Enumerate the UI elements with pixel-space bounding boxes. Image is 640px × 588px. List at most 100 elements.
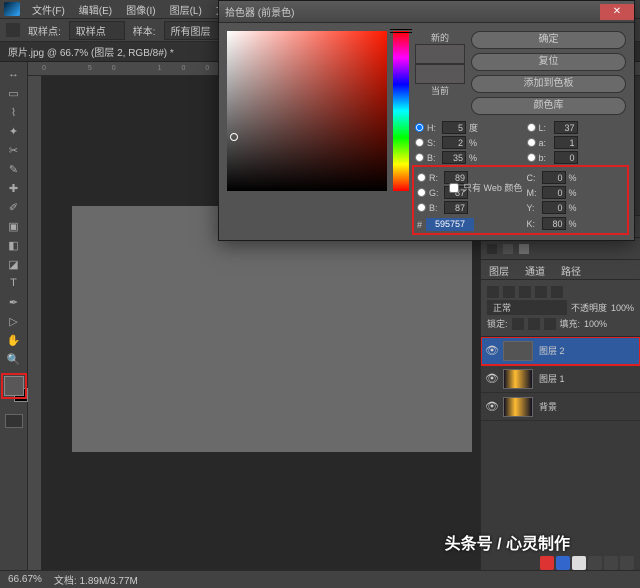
bch-field[interactable]: 87 — [444, 201, 468, 214]
hue-slider[interactable] — [393, 31, 409, 191]
tool-brush[interactable]: ✐ — [3, 198, 25, 216]
tool-gradient[interactable]: ◪ — [3, 255, 25, 273]
l-field[interactable]: 37 — [554, 121, 578, 134]
tray-icon[interactable] — [604, 556, 618, 570]
tray-icon[interactable] — [540, 556, 554, 570]
current-color-label: 当前 — [415, 84, 465, 97]
tool-heal[interactable]: ✚ — [3, 179, 25, 197]
color-library-button[interactable]: 颜色库 — [471, 97, 626, 115]
blend-mode-select[interactable]: 正常 — [487, 300, 567, 315]
web-only-checkbox[interactable]: 只有 Web 颜色 — [449, 181, 522, 194]
y-field[interactable]: 0 — [542, 201, 566, 214]
m-field[interactable]: 0 — [542, 186, 566, 199]
filter-icon[interactable] — [551, 286, 563, 298]
bb-radio[interactable] — [527, 153, 536, 162]
current-color-swatch — [415, 64, 465, 84]
opacity-value[interactable]: 100% — [611, 303, 634, 313]
swatch-icon[interactable] — [487, 244, 497, 254]
swatch-icon[interactable] — [519, 244, 529, 254]
tray-icons — [540, 556, 634, 570]
layer-row[interactable]: 👁 图层 2 — [481, 337, 640, 365]
color-field[interactable] — [227, 31, 387, 191]
tab-channels[interactable]: 通道 — [517, 260, 553, 279]
lock-px-icon[interactable] — [512, 318, 524, 330]
layer-tabs: 图层 通道 路径 — [481, 260, 640, 280]
new-color-label: 新的 — [415, 31, 465, 44]
filter-icon[interactable] — [535, 286, 547, 298]
filter-icon[interactable] — [519, 286, 531, 298]
add-swatch-button[interactable]: 添加到色板 — [471, 75, 626, 93]
hue-pointer-icon — [390, 29, 412, 33]
tool-zoom[interactable]: 🔍 — [3, 350, 25, 368]
k-field[interactable]: 80 — [542, 217, 566, 230]
filter-icon[interactable] — [503, 286, 515, 298]
r-radio[interactable] — [417, 173, 426, 182]
quickmask-toggle[interactable] — [5, 414, 23, 428]
layer-thumb[interactable] — [503, 341, 533, 361]
visibility-icon[interactable]: 👁 — [485, 400, 497, 413]
tab-layers[interactable]: 图层 — [481, 260, 517, 279]
a-radio[interactable] — [527, 138, 536, 147]
layer-row[interactable]: 👁 背景 — [481, 393, 640, 421]
tray-icon[interactable] — [556, 556, 570, 570]
layer-thumb[interactable] — [503, 369, 533, 389]
lock-pos-icon[interactable] — [528, 318, 540, 330]
eyedropper-icon — [6, 23, 20, 37]
swatches-row — [481, 238, 640, 260]
tool-pen[interactable]: ✒ — [3, 293, 25, 311]
h-radio[interactable] — [415, 123, 424, 132]
ok-button[interactable]: 确定 — [471, 31, 626, 49]
tool-move[interactable]: ↔ — [3, 65, 25, 83]
tool-marquee[interactable]: ▭ — [3, 84, 25, 102]
tray-icon[interactable] — [588, 556, 602, 570]
a-field[interactable]: 1 — [554, 136, 578, 149]
dialog-titlebar[interactable]: 拾色器 (前景色) ✕ — [219, 1, 634, 23]
bb-field[interactable]: 0 — [554, 151, 578, 164]
layer-row[interactable]: 👁 图层 1 — [481, 365, 640, 393]
s-field[interactable]: 2 — [442, 136, 466, 149]
h-field[interactable]: 5 — [442, 121, 466, 134]
layer-name[interactable]: 背景 — [539, 400, 557, 413]
tool-stamp[interactable]: ▣ — [3, 217, 25, 235]
tool-eyedropper[interactable]: ✎ — [3, 160, 25, 178]
visibility-icon[interactable]: 👁 — [485, 372, 497, 385]
filter-icon[interactable] — [487, 286, 499, 298]
menu-layer[interactable]: 图层(L) — [164, 2, 208, 17]
fill-value[interactable]: 100% — [584, 319, 607, 329]
bv-field[interactable]: 35 — [442, 151, 466, 164]
tray-icon[interactable] — [620, 556, 634, 570]
layer-thumb[interactable] — [503, 397, 533, 417]
tool-crop[interactable]: ✂ — [3, 141, 25, 159]
tab-paths[interactable]: 路径 — [553, 260, 589, 279]
s-radio[interactable] — [415, 138, 424, 147]
canvas[interactable] — [72, 206, 472, 452]
foreground-color-swatch[interactable] — [4, 376, 24, 396]
tool-type[interactable]: T — [3, 274, 25, 292]
layer-name[interactable]: 图层 2 — [539, 344, 565, 357]
hex-field[interactable]: 595757 — [426, 218, 474, 231]
visibility-icon[interactable]: 👁 — [485, 344, 497, 357]
swatch-icon[interactable] — [503, 244, 513, 254]
tool-hand[interactable]: ✋ — [3, 331, 25, 349]
close-icon[interactable]: ✕ — [600, 4, 634, 20]
lock-all-icon[interactable] — [544, 318, 556, 330]
b-radio[interactable] — [415, 153, 424, 162]
menu-edit[interactable]: 编辑(E) — [73, 2, 118, 17]
menu-file[interactable]: 文件(F) — [26, 2, 71, 17]
tool-lasso[interactable]: ⌇ — [3, 103, 25, 121]
menu-image[interactable]: 图像(I) — [120, 2, 161, 17]
layer-name[interactable]: 图层 1 — [539, 372, 565, 385]
g-radio[interactable] — [417, 188, 426, 197]
c-field[interactable]: 0 — [542, 171, 566, 184]
reset-button[interactable]: 复位 — [471, 53, 626, 71]
l-radio[interactable] — [527, 123, 536, 132]
toolbar: ↔ ▭ ⌇ ✦ ✂ ✎ ✚ ✐ ▣ ◧ ◪ T ✒ ▷ ✋ 🔍 — [0, 62, 28, 570]
opt-sample-size[interactable]: 取样点 — [69, 21, 125, 40]
tool-wand[interactable]: ✦ — [3, 122, 25, 140]
tool-path[interactable]: ▷ — [3, 312, 25, 330]
tray-icon[interactable] — [572, 556, 586, 570]
tool-eraser[interactable]: ◧ — [3, 236, 25, 254]
zoom-value[interactable]: 66.67% — [8, 574, 42, 585]
bch-radio[interactable] — [417, 203, 426, 212]
web-only-input[interactable] — [449, 183, 459, 193]
